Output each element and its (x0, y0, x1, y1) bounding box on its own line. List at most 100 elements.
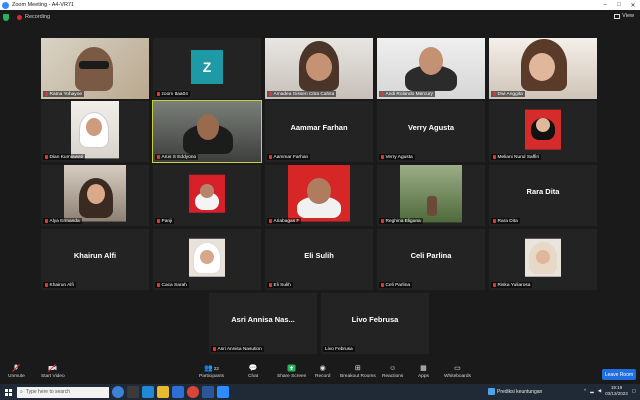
participant-face (200, 184, 214, 198)
video-tile[interactable]: Riska Yuliarosa (489, 229, 597, 290)
participant-display-name: Rara Dita (526, 187, 560, 196)
participant-name: Rara Dita (497, 218, 518, 224)
video-tile[interactable]: Eli Sulih Eli Sulih (265, 229, 373, 290)
task-view-icon[interactable] (127, 386, 139, 398)
whiteboards-button[interactable]: ▭ Whiteboards (444, 364, 471, 379)
search-placeholder: Type here to search (25, 389, 71, 395)
chat-button[interactable]: 💬 Chat (248, 364, 258, 379)
grid-icon (614, 13, 621, 19)
search-icon: ⌕ (20, 389, 23, 395)
leave-room-button[interactable]: Leave Room (602, 369, 636, 380)
participants-button[interactable]: 👥 22 Participants (199, 364, 224, 379)
start-video-label: Start Video (41, 374, 65, 379)
video-tile[interactable]: Livo Februsa Livo Februsa (321, 293, 429, 354)
video-tile[interactable]: Celi Parlina Celi Parlina (377, 229, 485, 290)
video-tile[interactable]: Ratna Yohayoe (41, 38, 149, 99)
video-tile[interactable]: Dian Kurniawati (41, 101, 149, 162)
video-tile[interactable]: Caca Sarah (153, 229, 261, 290)
view-button[interactable]: View (614, 13, 634, 19)
video-tile[interactable]: Meliani Nurul Saffiri (489, 101, 597, 162)
participant-face (306, 53, 332, 81)
system-tray: ^ ▂ ◀ 19:19 03/13/2023 ▢ (584, 385, 636, 396)
share-screen-label: Share Screen (277, 374, 307, 379)
video-off-icon (48, 364, 57, 372)
notification-icon[interactable]: ▢ (632, 388, 636, 394)
whiteboards-label: Whiteboards (444, 374, 471, 379)
edge-icon[interactable] (142, 386, 154, 398)
record-button[interactable]: ◉ Record (315, 364, 330, 379)
mic-muted-icon (157, 219, 160, 223)
weather-widget[interactable]: Prediksi keuntungan (488, 388, 542, 395)
participant-face (86, 118, 102, 136)
mic-muted-icon (157, 155, 160, 159)
mic-muted-icon (381, 219, 384, 223)
video-tile[interactable]: Andi Rolando Mercury (377, 38, 485, 99)
participant-name: Livo Februsa (325, 346, 353, 352)
mic-muted-icon (45, 92, 48, 96)
shield-icon[interactable] (3, 13, 9, 21)
maximize-icon[interactable]: □ (612, 0, 626, 10)
mic-muted-icon (269, 155, 272, 159)
apps-label: Apps (418, 374, 429, 379)
participants-icon: 👥 22 (204, 365, 219, 372)
video-tile[interactable]: Verry Agusta Verry Agusta (377, 101, 485, 162)
meeting-bar: Recording View (0, 10, 640, 24)
breakout-rooms-label: Breakout Rooms (340, 374, 376, 379)
zoom-taskbar-icon[interactable] (217, 386, 229, 398)
breakout-rooms-button[interactable]: ⊞ Breakout Rooms (340, 364, 376, 379)
network-icon[interactable]: ▂ (590, 388, 593, 394)
participant-name: Verry Agusta (385, 154, 413, 160)
video-tile[interactable]: Khairun Alfi Khairun Alfi (41, 229, 149, 290)
close-icon[interactable]: ✕ (626, 0, 640, 10)
video-tile[interactable]: Aammar Farhan Aammar Farhan (265, 101, 373, 162)
chrome-icon[interactable] (187, 386, 199, 398)
chat-icon: 💬 (248, 365, 258, 372)
video-tile[interactable]: Reghina Eliguna (377, 165, 485, 226)
breakout-rooms-icon: ⊞ (354, 365, 361, 372)
meeting-toolbar: Unmute Start Video 👥 22 Participants 💬 Ch… (0, 362, 640, 384)
cortana-icon[interactable] (112, 386, 124, 398)
participant-face (87, 184, 105, 204)
mic-muted-icon (493, 155, 496, 159)
mic-muted-icon (493, 92, 496, 96)
volume-icon[interactable]: ◀ (598, 388, 601, 394)
share-screen-button[interactable]: Share Screen (277, 364, 306, 379)
video-tile-active-speaker[interactable]: Arus S Eddyono (152, 100, 262, 163)
word-icon[interactable] (202, 386, 214, 398)
taskbar-search[interactable]: ⌕ Type here to search (17, 386, 109, 398)
participant-name: Ariabagas F (273, 218, 300, 224)
reactions-label: Reactions (382, 374, 404, 379)
participant-name: Dwi Anggita (497, 91, 523, 97)
participant-name: Andi Rolando Mercury (385, 91, 433, 97)
zoom-window: Zoom Meeting - A4-VR71 – □ ✕ Recording V… (0, 0, 640, 400)
unmute-button[interactable]: Unmute (8, 364, 25, 379)
file-explorer-icon[interactable] (157, 386, 169, 398)
video-tile[interactable]: Panji (153, 165, 261, 226)
video-tile[interactable]: Z zoom ttaa04 (153, 38, 261, 99)
clock[interactable]: 19:19 03/13/2023 (605, 385, 628, 396)
video-tile[interactable]: Ariabagas F (265, 165, 373, 226)
record-label: Record (315, 374, 331, 379)
windows-start-icon[interactable] (5, 388, 12, 396)
participant-name: Meliani Nurul Saffiri (497, 154, 540, 160)
mic-muted-icon (45, 155, 48, 159)
mail-icon[interactable] (172, 386, 184, 398)
reactions-button[interactable]: ☺ Reactions (382, 364, 404, 380)
participant-display-name: Celi Parlina (410, 251, 452, 260)
chevron-up-icon[interactable]: ^ (584, 388, 586, 393)
video-tile[interactable]: Asri Annisa Nas... Asri Annisa Nasution (209, 293, 317, 354)
mic-muted-icon (157, 92, 160, 96)
mic-muted-icon (157, 283, 160, 287)
minimize-icon[interactable]: – (598, 0, 612, 10)
zoom-logo-icon (2, 1, 9, 9)
video-tile[interactable]: Dwi Anggita (489, 38, 597, 99)
record-dot-icon (17, 14, 22, 20)
participant-name: zoom ttaa04 (161, 91, 188, 97)
video-tile[interactable]: Rara Dita Rara Dita (489, 165, 597, 226)
apps-button[interactable]: ▦ Apps (418, 364, 429, 379)
video-tile[interactable]: Amadea Gissen Citra Cahita (265, 38, 373, 99)
start-video-button[interactable]: Start Video (41, 364, 65, 379)
participant-name: Arus S Eddyono (161, 154, 197, 160)
video-tile[interactable]: Alya Ermanda (41, 165, 149, 226)
participant-face (536, 250, 550, 264)
